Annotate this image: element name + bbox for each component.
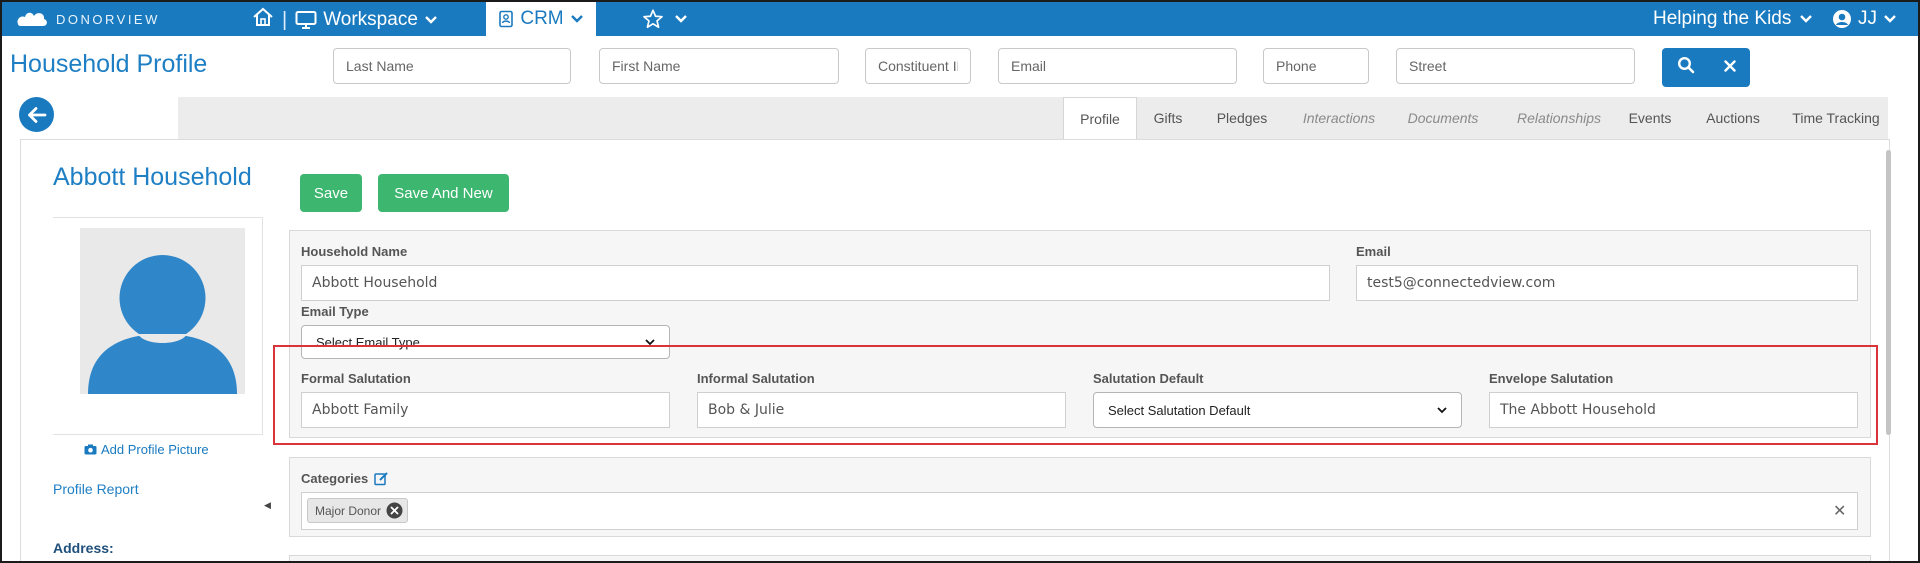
save-button[interactable]: Save <box>300 174 362 212</box>
logo-text: DONORVIEW <box>56 11 160 27</box>
nav-separator: | <box>282 8 288 31</box>
organization-menu[interactable]: Helping the Kids <box>1653 8 1813 30</box>
category-chip: Major Donor <box>307 498 409 523</box>
save-and-new-button[interactable]: Save And New <box>378 174 509 212</box>
chevron-down-icon <box>425 16 437 24</box>
page-title: Household Profile <box>10 50 208 78</box>
top-navigation-bar: DONORVIEW | Workspace CRM Helping the Ki… <box>2 2 1918 36</box>
tab-time-tracking[interactable]: Time Tracking <box>1788 97 1884 139</box>
monitor-icon <box>295 11 317 29</box>
email-type-label: Email Type <box>301 304 369 319</box>
add-profile-picture-link[interactable]: Add Profile Picture <box>84 442 209 457</box>
email-search-input[interactable] <box>998 48 1237 84</box>
chevron-down-icon <box>675 15 687 23</box>
chevron-down-icon <box>570 15 583 23</box>
donorview-logo-icon <box>17 12 47 26</box>
search-button[interactable] <box>1677 56 1695 79</box>
search-button-group <box>1662 48 1750 87</box>
collapse-sidebar-icon[interactable]: ◀ <box>264 500 271 511</box>
last-name-search-input[interactable] <box>333 48 571 84</box>
tab-pledges[interactable]: Pledges <box>1206 97 1278 139</box>
app-window: DONORVIEW | Workspace CRM Helping the Ki… <box>0 0 1920 563</box>
email-label: Email <box>1356 244 1391 259</box>
address-label: Address: <box>53 540 114 556</box>
search-icon <box>1677 56 1694 74</box>
tab-auctions[interactable]: Auctions <box>1700 97 1766 139</box>
clear-categories-icon[interactable]: ✕ <box>1833 501 1846 521</box>
household-name-field[interactable]: Abbott Household <box>301 265 1330 301</box>
tab-interactions[interactable]: Interactions <box>1294 97 1384 139</box>
donorview-logo[interactable]: DONORVIEW <box>14 8 160 30</box>
profile-report-link[interactable]: Profile Report <box>53 481 139 497</box>
edit-icon[interactable] <box>374 471 389 486</box>
categories-label: Categories <box>301 471 369 486</box>
user-circle-icon <box>1833 10 1851 28</box>
workspace-label: Workspace <box>323 9 418 30</box>
first-name-search-input[interactable] <box>599 48 839 84</box>
address-book-icon <box>499 10 514 28</box>
tab-gifts[interactable]: Gifts <box>1139 97 1197 139</box>
user-menu[interactable]: JJ <box>1832 8 1897 30</box>
favorites-menu[interactable] <box>642 8 688 30</box>
crm-label: CRM <box>520 8 564 29</box>
salutation-highlight-box <box>273 345 1878 445</box>
constituent-id-search-input[interactable] <box>865 48 971 84</box>
street-search-input[interactable] <box>1396 48 1635 84</box>
home-and-workspace: | Workspace <box>252 7 438 33</box>
user-initials: JJ <box>1858 8 1877 29</box>
star-icon <box>643 9 663 29</box>
category-chip-label: Major Donor <box>315 503 382 518</box>
close-icon <box>1723 59 1736 72</box>
categories-input[interactable] <box>301 492 1858 530</box>
back-button[interactable] <box>19 97 54 132</box>
categories-header: Categories <box>301 471 389 486</box>
avatar <box>80 228 245 394</box>
household-name-label: Household Name <box>301 244 408 259</box>
clear-search-button[interactable] <box>1723 59 1736 77</box>
vertical-scrollbar[interactable] <box>1886 150 1891 435</box>
tab-relationships[interactable]: Relationships <box>1504 97 1614 139</box>
home-icon[interactable] <box>252 7 274 33</box>
chevron-down-icon <box>1800 15 1813 23</box>
organization-name: Helping the Kids <box>1653 8 1792 29</box>
arrow-left-icon <box>27 106 46 123</box>
chevron-down-icon <box>1884 15 1896 23</box>
user-silhouette-icon <box>88 255 237 394</box>
household-title: Abbott Household <box>53 163 252 191</box>
workspace-menu[interactable]: Workspace <box>295 9 438 31</box>
tab-documents[interactable]: Documents <box>1398 97 1488 139</box>
email-field[interactable]: test5@connectedview.com <box>1356 265 1858 301</box>
crm-menu[interactable]: CRM <box>486 2 596 36</box>
tab-profile[interactable]: Profile <box>1063 97 1137 139</box>
next-section <box>289 555 1871 561</box>
remove-chip-icon[interactable] <box>386 502 403 519</box>
add-profile-picture-label: Add Profile Picture <box>101 442 209 457</box>
phone-search-input[interactable] <box>1263 48 1369 84</box>
camera-icon <box>84 444 97 455</box>
tab-events[interactable]: Events <box>1624 97 1676 139</box>
